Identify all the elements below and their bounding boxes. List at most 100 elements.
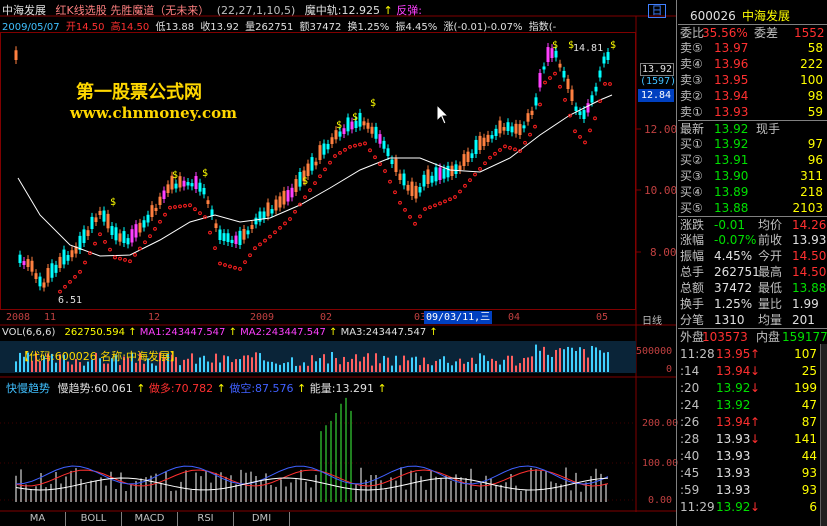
sar-dot [418, 214, 422, 219]
candle-body [582, 110, 586, 119]
current-price-tag: 13.92 [640, 63, 674, 76]
candle-body [414, 185, 418, 199]
tab-rsi[interactable]: RSI [178, 512, 234, 526]
mouse-cursor-icon [436, 104, 450, 125]
volume-bar [227, 356, 229, 372]
candle-body [346, 117, 350, 132]
vol-arrow-3: ↑ [329, 327, 338, 338]
candle-body [522, 125, 526, 129]
tick-row: :59 13.93 93 [678, 482, 827, 498]
stock-name[interactable]: 中海发展 [2, 4, 46, 17]
vol-ma2: MA2:243447.547 [240, 327, 326, 338]
volume-bar [403, 355, 405, 372]
sar-dot [273, 230, 277, 235]
volume-bar [551, 356, 553, 372]
indicator-name[interactable]: 红K线选股 先胜魔道（无未来） [56, 4, 210, 17]
sar-dot [603, 81, 607, 86]
tick-time: :28 [680, 432, 700, 446]
candle-body [294, 179, 298, 192]
tick-time: 11:28 [680, 347, 715, 361]
sar-dot [313, 181, 317, 186]
volume-bar [387, 357, 389, 372]
volume-bar [383, 355, 385, 372]
tick-volume: 47 [801, 398, 817, 412]
tab-boll[interactable]: BOLL [66, 512, 122, 526]
bid-price: 13.91 [714, 153, 749, 167]
bid-price: 13.90 [714, 169, 749, 183]
volume-bar [235, 359, 237, 372]
hand-label: 现手 [756, 122, 781, 136]
stat-value-2: 13.93 [792, 233, 827, 247]
sar-dot [423, 207, 427, 211]
sar-dot [468, 178, 472, 183]
tick-volume: 199 [794, 381, 817, 395]
sar-dot [163, 212, 167, 217]
volume-bar [271, 361, 273, 372]
stat-row: 振幅 4.45% 今开 14.50 [678, 248, 827, 264]
volume-bar [319, 358, 321, 372]
ask-row: 卖④ 13.96 222 [678, 56, 827, 72]
volume-bar [283, 363, 285, 372]
candle-body [530, 110, 534, 115]
candle-body [518, 124, 522, 135]
tick-volume: 107 [794, 347, 817, 361]
candle-body [378, 134, 382, 144]
sar-dot [73, 274, 77, 279]
volume-bar [275, 363, 277, 372]
candle-body [54, 264, 58, 273]
sar-dot [408, 214, 412, 219]
volume-bar [351, 358, 353, 372]
tick-time: :40 [680, 449, 700, 463]
volume-bar [155, 365, 157, 372]
stat-row: 分笔 1310 均量 201 [678, 312, 827, 328]
sar-dot [63, 284, 67, 289]
tick-volume: 25 [801, 364, 817, 378]
candle-body [86, 230, 90, 236]
trend-panel-header: 快慢趋势 慢趋势:60.061 ↑ 做多:70.782 ↑ 做空:87.576 … [6, 380, 387, 395]
candle-body [278, 196, 282, 208]
volume-bar [371, 365, 373, 372]
trend-arrow-2: ↑ [216, 382, 226, 395]
day-period-button[interactable]: 日 [648, 4, 666, 18]
volume-bar [539, 350, 541, 372]
volume-bar [355, 354, 357, 372]
candle-body [434, 167, 438, 182]
period-label[interactable]: 日线 [642, 312, 662, 327]
candle-body [218, 229, 222, 240]
candle-body [394, 158, 398, 172]
sar-dot [183, 203, 187, 208]
vol-axis-zero: 0 [666, 364, 673, 375]
vol-title[interactable]: VOL(6,6,6) [2, 327, 55, 338]
watermark-url[interactable]: www.chnmoney.com [70, 104, 237, 122]
tick-scrollbar[interactable] [820, 344, 827, 526]
sar-dot [383, 169, 387, 173]
time-label-2009: 2009 [250, 312, 275, 323]
trend-title[interactable]: 快慢趋势 [6, 382, 50, 395]
candle-body [18, 254, 22, 263]
volume-bar [587, 357, 589, 372]
sar-dot [283, 221, 287, 226]
tick-price: 13.92 [716, 500, 751, 514]
sar-dot [253, 246, 257, 251]
tab-macd[interactable]: MACD [122, 512, 178, 526]
volume-bar [379, 363, 381, 372]
volume-bar [107, 363, 109, 372]
tab-ma[interactable]: MA [10, 512, 66, 526]
candle-body [438, 167, 442, 180]
trend-slow: 慢趋势:60.061 [57, 382, 133, 395]
volume-bar [291, 357, 293, 372]
candle-body [526, 113, 530, 122]
candle-body [186, 182, 190, 186]
candle-body [30, 260, 34, 272]
quote-name[interactable]: 中海发展 [742, 8, 790, 24]
sar-dot [93, 241, 97, 246]
tab-dmi[interactable]: DMI [234, 512, 290, 526]
tick-time: :24 [680, 398, 700, 412]
candle-body [494, 128, 498, 136]
tick-time: :45 [680, 466, 700, 480]
ask-volume: 100 [800, 73, 823, 87]
sar-dot [503, 144, 507, 149]
info-index: 指数(- [528, 22, 557, 33]
candle-body [238, 230, 242, 245]
candle-body [258, 211, 262, 222]
